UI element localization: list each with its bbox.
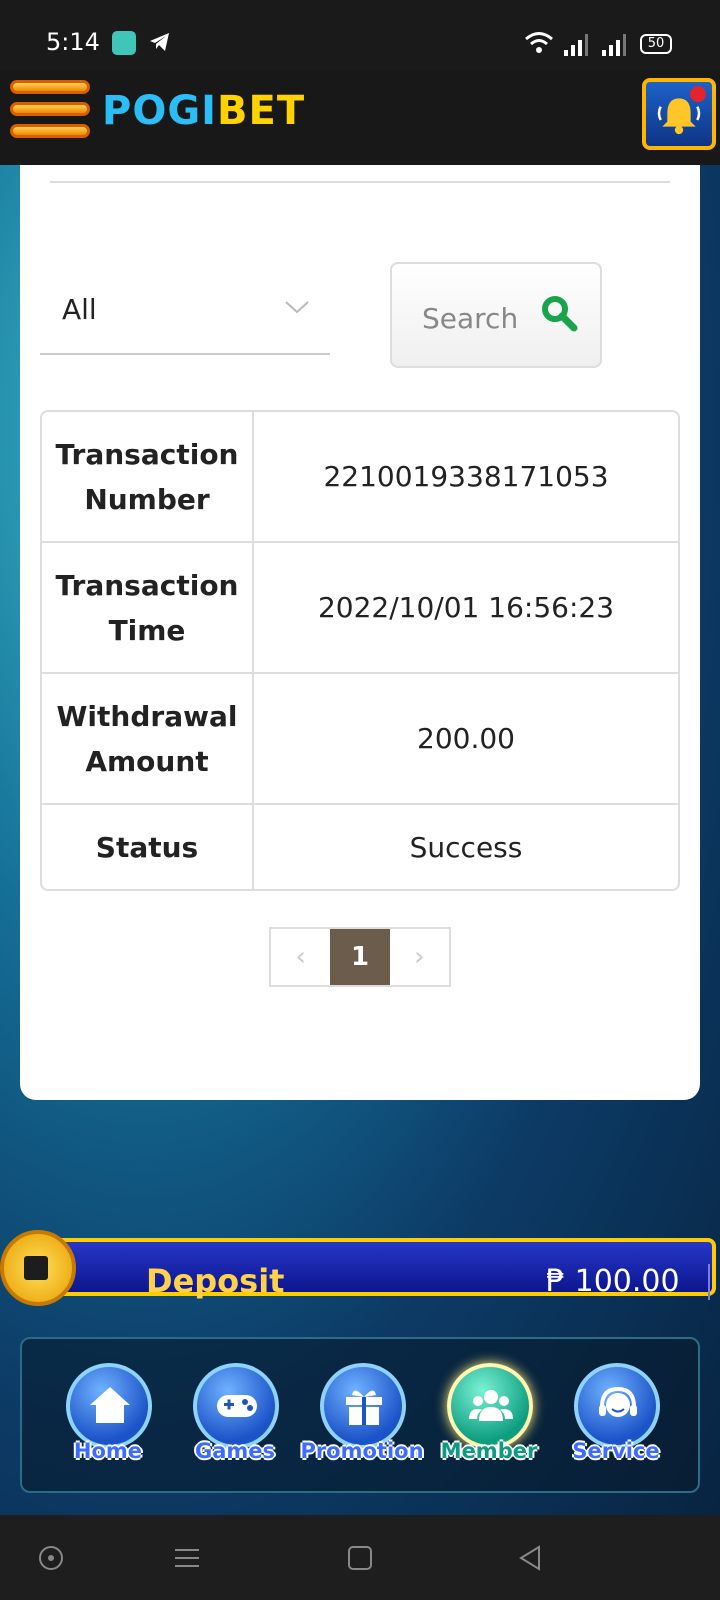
row-label: Transaction Number — [42, 412, 254, 541]
row-value: 2210019338171053 — [323, 460, 609, 493]
nav-label: Games — [194, 1439, 276, 1463]
signal-icon — [564, 34, 588, 56]
nav-home[interactable]: Home — [58, 1363, 158, 1473]
pagination: ‹ 1 › — [269, 927, 451, 987]
divider — [50, 181, 670, 183]
search-icon — [542, 296, 578, 332]
row-label: Withdrawal Amount — [42, 674, 254, 803]
nav-games[interactable]: Games — [185, 1363, 285, 1473]
battery-icon: 50 — [640, 34, 672, 54]
nav-member[interactable]: Member — [439, 1363, 539, 1473]
row-value: 200.00 — [417, 722, 515, 755]
search-button-label: Search — [422, 302, 519, 335]
app-notification-icon — [112, 31, 136, 55]
filter-select[interactable]: All — [40, 265, 330, 355]
prev-page-button[interactable]: ‹ — [271, 929, 330, 985]
row-label: Status — [42, 805, 254, 889]
nav-label: Home — [73, 1439, 143, 1463]
signal-icon — [602, 34, 626, 56]
search-button[interactable]: Search — [390, 262, 602, 368]
row-value: 2022/10/01 16:56:23 — [317, 591, 615, 624]
headset-icon — [599, 1386, 637, 1417]
transaction-card: All Search Transaction Number 2210019338… — [20, 165, 700, 1100]
nav-label: Member — [440, 1439, 538, 1463]
status-time: 5:14 — [46, 28, 100, 56]
pogibet-logo[interactable]: POGIBET — [102, 88, 305, 134]
deposit-label: Deposit — [146, 1262, 285, 1300]
back-icon[interactable] — [515, 1543, 545, 1573]
nav-label: Promotion — [300, 1439, 424, 1463]
table-row: Transaction Number 2210019338171053 — [42, 412, 678, 543]
filter-select-value: All — [62, 293, 97, 326]
wifi-icon — [525, 32, 553, 53]
nav-service[interactable]: Service — [566, 1363, 666, 1473]
home-square-icon[interactable] — [345, 1543, 375, 1573]
current-page-button[interactable]: 1 — [330, 929, 390, 985]
bottom-navigation: Home Games Promotion Member Service — [20, 1337, 700, 1493]
home-icon — [90, 1387, 130, 1423]
nav-label: Service — [572, 1439, 660, 1463]
table-row: Status Success — [42, 805, 678, 889]
notification-badge — [690, 86, 706, 102]
row-value: Success — [409, 830, 523, 864]
system-navigation-bar — [0, 1515, 720, 1600]
gift-icon — [346, 1390, 382, 1425]
notification-bell-button[interactable] — [642, 78, 716, 150]
table-row: Transaction Time 2022/10/01 16:56:23 — [42, 543, 678, 674]
hamburger-menu-button[interactable] — [10, 80, 90, 150]
table-row: Withdrawal Amount 200.00 — [42, 674, 678, 805]
assistant-icon[interactable] — [36, 1543, 66, 1573]
deposit-bar[interactable]: Deposit ₱ 100.00 — [0, 1230, 720, 1306]
row-label: Transaction Time — [42, 543, 254, 672]
status-bar: 5:14 50 — [0, 0, 720, 70]
transaction-table: Transaction Number 2210019338171053 Tran… — [40, 410, 680, 891]
coin-icon — [0, 1230, 76, 1306]
deposit-amount: ₱ 100.00 — [546, 1264, 680, 1299]
menu-icon[interactable] — [172, 1543, 202, 1573]
chevron-down-icon — [285, 301, 309, 314]
telegram-icon — [150, 33, 169, 51]
next-page-button[interactable]: › — [390, 929, 449, 985]
app-header: POGIBET — [0, 70, 720, 165]
nav-promotion[interactable]: Promotion — [300, 1363, 424, 1473]
members-icon — [469, 1390, 513, 1421]
divider — [708, 1264, 710, 1300]
gamepad-icon — [217, 1395, 257, 1417]
deposit-strip: Deposit ₱ 100.00 — [50, 1238, 716, 1300]
